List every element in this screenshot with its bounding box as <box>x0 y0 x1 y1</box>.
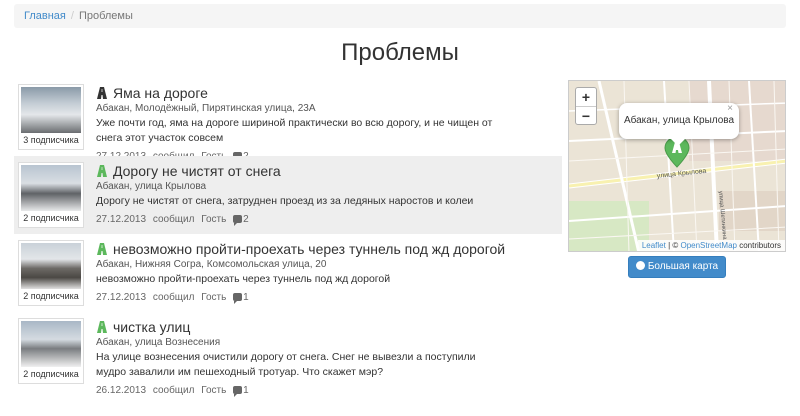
issue-photo <box>21 165 81 211</box>
zoom-in-button[interactable]: + <box>576 88 596 106</box>
road-icon <box>97 321 107 333</box>
subscribers-count: 3 подписчика <box>23 135 79 145</box>
leaflet-link[interactable]: Leaflet <box>642 241 666 250</box>
issue-photo <box>21 321 81 367</box>
map[interactable]: улица Крылова улица Шетинкина + − Абакан… <box>568 80 786 252</box>
issue-date: 27.12.2013 <box>96 292 147 303</box>
issue-address: Абакан, Молодёжный, Пирятинская улица, 2… <box>96 103 316 114</box>
breadcrumb-current: Проблемы <box>78 10 133 22</box>
globe-icon <box>635 261 645 270</box>
issue-comments[interactable]: 1 <box>233 292 253 304</box>
issue-date: 27.12.2013 <box>96 214 147 225</box>
breadcrumb-home-link[interactable]: Главная <box>24 10 66 22</box>
issue-photo <box>21 243 81 289</box>
issue-title-link[interactable]: невозможно пройти-проехать через туннель… <box>96 240 562 258</box>
issue-address: Абакан, улица Вознесения <box>96 337 221 348</box>
issue-title-link[interactable]: чистка улиц <box>96 318 562 336</box>
issue-meta: 26.12.2013 сообщил Гость 1 <box>96 384 562 398</box>
road-icon <box>97 165 107 177</box>
issue-list: 3 подписчика Яма на дороге Абакан, Молод… <box>14 78 562 397</box>
comment-count: 2 <box>243 214 249 225</box>
issue-title-link[interactable]: Яма на дороге <box>96 84 562 102</box>
breadcrumb: Главная / Проблемы <box>14 4 786 28</box>
issue-address: Абакан, улица Крылова <box>96 181 207 192</box>
issue-description: Уже почти год, яма на дороге шириной пра… <box>96 117 493 144</box>
comment-icon <box>233 215 243 226</box>
subscribers-count: 2 подписчика <box>23 213 79 223</box>
issue-thumbnail[interactable]: 2 подписчика <box>18 162 84 228</box>
issue-item[interactable]: 3 подписчика Яма на дороге Абакан, Молод… <box>14 78 562 163</box>
subscribers-count: 2 подписчика <box>23 369 79 379</box>
comment-count: 1 <box>243 385 249 396</box>
comment-icon <box>233 293 243 304</box>
issue-thumbnail[interactable]: 3 подписчика <box>18 84 84 150</box>
issue-author[interactable]: Гость <box>201 385 226 396</box>
issue-item[interactable]: 2 подписчика невозможно пройти-проехать … <box>14 234 562 312</box>
map-popup: Абакан, улица Крылова × <box>619 103 739 146</box>
issue-author[interactable]: Гость <box>201 292 226 303</box>
issue-address: Абакан, Нижняя Согра, Комсомольская улиц… <box>96 259 327 270</box>
issue-meta: 27.12.2013 сообщил Гость 2 <box>96 213 562 227</box>
issue-title: Дорогу не чистят от снега <box>113 163 281 179</box>
popup-text: Абакан, улица Крылова <box>623 115 735 126</box>
issue-thumbnail[interactable]: 2 подписчика <box>18 240 84 306</box>
page-title: Проблемы <box>341 39 459 66</box>
subscribers-count: 2 подписчика <box>23 291 79 301</box>
zoom-controls: + − <box>575 87 597 125</box>
issue-comments[interactable]: 2 <box>233 214 253 226</box>
comment-count: 1 <box>243 292 249 303</box>
issue-photo <box>21 87 81 133</box>
issue-action: сообщил <box>152 385 195 396</box>
zoom-out-button[interactable]: − <box>576 106 596 124</box>
issue-action: сообщил <box>152 214 195 225</box>
issue-title: Яма на дороге <box>113 85 208 101</box>
attribution-suffix: contributors <box>736 241 781 250</box>
issue-meta: 27.12.2013 сообщил Гость 1 <box>96 291 562 305</box>
comment-icon <box>233 386 243 397</box>
issue-item[interactable]: 2 подписчика чистка улиц Абакан, улица В… <box>14 312 562 397</box>
issue-action: сообщил <box>152 292 195 303</box>
issue-thumbnail[interactable]: 2 подписчика <box>18 318 84 384</box>
issue-description: невозможно пройти-проехать через туннель… <box>96 273 391 285</box>
issue-comments[interactable]: 1 <box>233 385 253 397</box>
popup-close-button[interactable]: × <box>727 91 733 127</box>
issue-author[interactable]: Гость <box>201 214 226 225</box>
osm-link[interactable]: OpenStreetMap <box>680 241 736 250</box>
issue-description: На улице вознесения очистили дорогу от с… <box>96 351 476 378</box>
map-attribution: Leaflet | © OpenStreetMap contributors <box>637 240 785 251</box>
issue-date: 26.12.2013 <box>96 385 147 396</box>
big-map-button[interactable]: Большая карта <box>628 256 726 278</box>
issue-title-link[interactable]: Дорогу не чистят от снега <box>96 162 562 180</box>
issue-description: Дорогу не чистят от снега, затруднен про… <box>96 195 474 207</box>
attribution-separator: | © <box>665 241 681 250</box>
breadcrumb-separator: / <box>70 10 74 22</box>
issue-item[interactable]: 2 подписчика Дорогу не чистят от снега А… <box>14 156 562 234</box>
road-icon <box>97 87 107 99</box>
big-map-button-label: Большая карта <box>647 261 719 272</box>
road-icon <box>97 243 107 255</box>
issue-title: невозможно пройти-проехать через туннель… <box>113 241 506 257</box>
issue-title: чистка улиц <box>113 319 191 335</box>
